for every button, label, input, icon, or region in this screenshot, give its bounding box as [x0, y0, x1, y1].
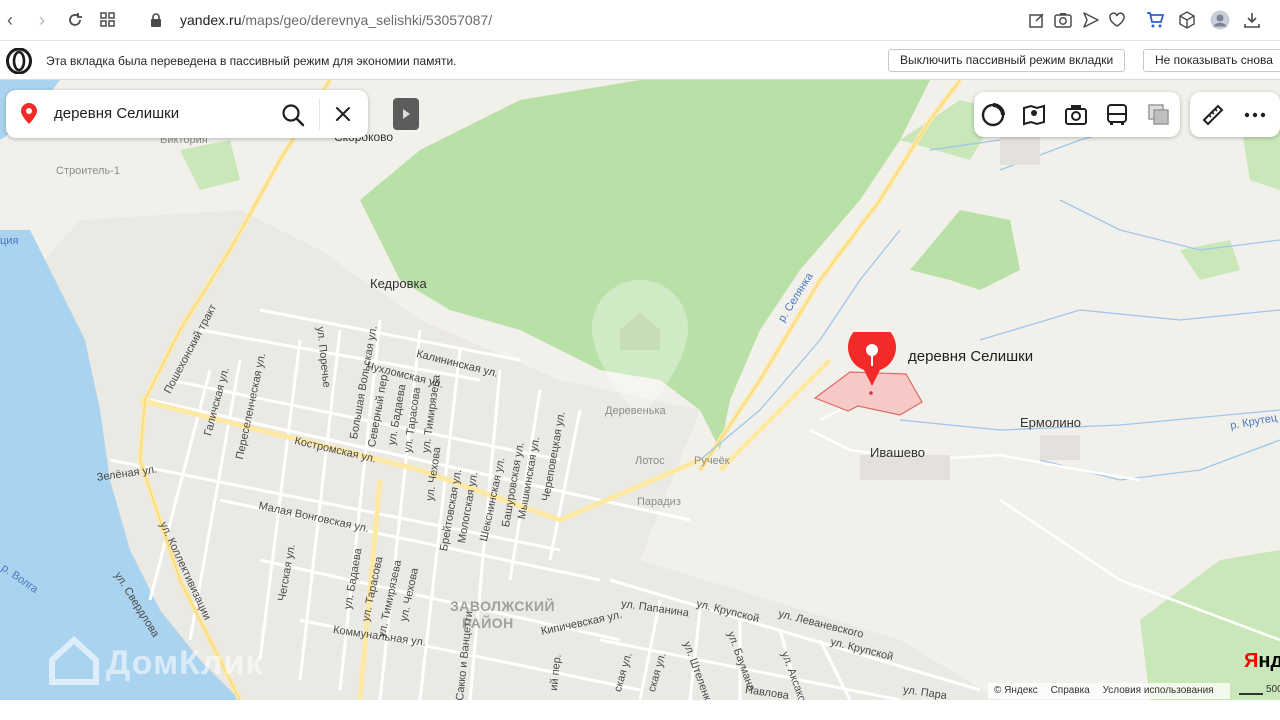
map-canvas[interactable]: Кедровка Ермолино Ивашево Скороково Викт…: [0, 80, 1280, 700]
place-label-stroitel: Строитель-1: [56, 165, 120, 177]
location-pin-icon: [21, 103, 37, 124]
map-tools-toolbar: [1190, 92, 1280, 137]
camera-icon[interactable]: [1063, 102, 1089, 128]
place-label-derevenka: Деревенька: [605, 405, 666, 417]
place-label-paradiz: Парадиз: [637, 496, 681, 508]
yandex-logo-first: Я: [1244, 650, 1259, 672]
map-layers-toolbar: [974, 92, 1180, 137]
url-path: /maps/geo/derevnya_selishki/53057087/: [241, 12, 493, 28]
forward-button[interactable]: ›: [32, 10, 52, 30]
reload-icon[interactable]: [66, 11, 84, 29]
ruler-icon[interactable]: [1200, 102, 1226, 128]
dont-show-again-button[interactable]: Не показывать снова: [1143, 49, 1280, 72]
place-label-ruchyok: Ручеёк: [694, 455, 730, 467]
speed-dial-icon[interactable]: [99, 11, 117, 29]
location-marker-icon[interactable]: [846, 332, 898, 388]
back-button[interactable]: ‹: [0, 10, 20, 30]
disable-passive-mode-button[interactable]: Выключить пассивный режим вкладки: [888, 49, 1126, 72]
edit-icon[interactable]: [1028, 11, 1046, 29]
infobar-message: Эта вкладка была переведена в пассивный …: [46, 54, 457, 68]
copyright-text[interactable]: © Яндекс: [994, 685, 1038, 696]
yandex-logo[interactable]: Янд: [1244, 650, 1280, 673]
browser-toolbar: ‹ › yandex.ru/maps/geo/derevnya_selishki…: [0, 0, 1280, 41]
yandex-logo-rest: нд: [1258, 650, 1280, 672]
map-footer: © Яндекс Справка Условия использования: [988, 683, 1230, 699]
search-input[interactable]: [54, 105, 274, 122]
url-host: yandex.ru: [180, 12, 242, 28]
place-label-kedrovka: Кедровка: [370, 276, 427, 291]
download-icon[interactable]: [1243, 11, 1261, 29]
send-icon[interactable]: [1082, 11, 1100, 29]
collapse-panel-button[interactable]: [393, 98, 419, 130]
cube-icon[interactable]: [1178, 11, 1196, 29]
close-icon[interactable]: [332, 103, 354, 125]
place-label-lotos: Лотос: [635, 455, 665, 467]
help-link[interactable]: Справка: [1051, 685, 1090, 696]
scale-line-icon: [1239, 693, 1263, 695]
edge-place-label: ция: [0, 235, 19, 247]
layers-icon[interactable]: [1146, 102, 1172, 128]
bus-icon[interactable]: [1104, 102, 1130, 128]
domclick-logo-icon: [49, 635, 99, 685]
passive-mode-infobar: Эта вкладка была переведена в пассивный …: [0, 41, 1280, 80]
avatar[interactable]: [1210, 10, 1230, 30]
lock-icon: [151, 13, 161, 27]
heart-icon[interactable]: [1108, 11, 1126, 29]
search-panel: [6, 90, 368, 138]
cart-icon[interactable]: [1146, 11, 1164, 29]
domclick-watermark-text: ДомКлик: [106, 644, 264, 682]
address-bar[interactable]: yandex.ru/maps/geo/derevnya_selishki/530…: [180, 12, 492, 28]
place-label-ivashevo: Ивашево: [870, 445, 925, 460]
scale-value: 500: [1266, 684, 1280, 695]
search-divider: [319, 98, 320, 130]
place-label-ermolino: Ермолино: [1020, 415, 1082, 430]
terms-link[interactable]: Условия использования: [1103, 685, 1214, 696]
opera-logo-icon: [6, 48, 32, 74]
marker-label[interactable]: деревня Селишки: [908, 348, 1033, 365]
camera-icon[interactable]: [1054, 11, 1072, 29]
search-icon[interactable]: [280, 102, 306, 128]
layers-ring-icon[interactable]: [980, 102, 1006, 128]
panorama-icon[interactable]: [1021, 102, 1047, 128]
more-options-icon[interactable]: [1242, 102, 1268, 128]
play-arrow-icon: [403, 109, 410, 119]
